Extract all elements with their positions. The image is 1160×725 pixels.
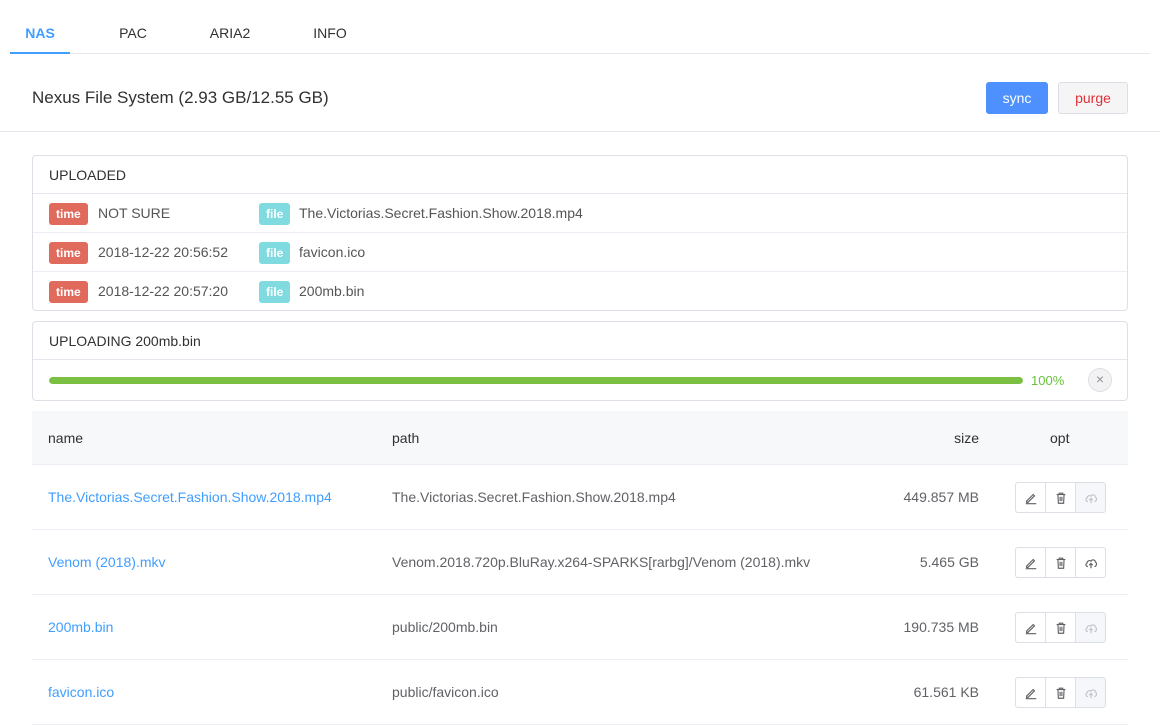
table-row: 200mb.bin public/200mb.bin 190.735 MB xyxy=(32,595,1128,660)
log-file-value: favicon.ico xyxy=(299,244,366,260)
file-path: public/200mb.bin xyxy=(392,619,498,635)
file-tag: file xyxy=(259,281,291,303)
tab-nas-label: NAS xyxy=(25,25,55,41)
table-header: name path size opt xyxy=(32,411,1128,465)
tab-aria2[interactable]: ARIA2 xyxy=(200,0,260,54)
row-actions xyxy=(1015,677,1106,709)
file-name-link[interactable]: favicon.ico xyxy=(48,660,114,725)
trash-icon[interactable] xyxy=(1045,482,1076,513)
time-tag: time xyxy=(49,281,88,303)
purge-button[interactable]: purge xyxy=(1058,82,1128,114)
row-actions xyxy=(1015,482,1106,514)
file-size: 190.735 MB xyxy=(903,619,980,635)
log-time-value: 2018-12-22 20:57:20 xyxy=(98,283,228,299)
sync-button[interactable]: sync xyxy=(986,82,1048,114)
column-header-path: path xyxy=(392,430,420,446)
log-file-value: The.Victorias.Secret.Fashion.Show.2018.m… xyxy=(299,205,583,221)
progress-fill xyxy=(49,377,1023,384)
page-title: Nexus File System (2.93 GB/12.55 GB) xyxy=(32,88,329,107)
tab-nas[interactable]: NAS xyxy=(10,0,70,54)
time-tag: time xyxy=(49,203,88,225)
table-row: favicon.ico public/favicon.ico 61.561 KB xyxy=(32,660,1128,725)
file-name-link[interactable]: Venom (2018).mkv xyxy=(48,530,166,595)
log-time-value: NOT SURE xyxy=(98,205,171,221)
file-tag: file xyxy=(259,242,291,264)
file-name-link[interactable]: The.Victorias.Secret.Fashion.Show.2018.m… xyxy=(48,465,332,530)
progress-track xyxy=(49,377,1023,384)
upload-progress: 100% × xyxy=(33,360,1127,400)
table-row: Venom (2018).mkv Venom.2018.720p.BluRay.x… xyxy=(32,530,1128,595)
column-header-opt: opt xyxy=(1050,430,1070,446)
uploaded-log-row: time 2018-12-22 20:57:20 file 200mb.bin xyxy=(33,272,1127,311)
row-actions xyxy=(1015,612,1106,644)
file-size: 449.857 MB xyxy=(903,489,980,505)
trash-icon[interactable] xyxy=(1045,677,1076,708)
file-path: public/favicon.ico xyxy=(392,684,499,700)
log-time-value: 2018-12-22 20:56:52 xyxy=(98,244,228,260)
tab-bar: NAS PAC ARIA2 INFO xyxy=(10,0,1150,54)
cloud-upload-icon xyxy=(1075,482,1106,513)
uploading-panel: UPLOADING 200mb.bin 100% × xyxy=(32,321,1128,401)
edit-icon[interactable] xyxy=(1015,547,1046,578)
uploading-panel-title: UPLOADING 200mb.bin xyxy=(33,322,1127,360)
cloud-upload-icon[interactable] xyxy=(1075,547,1106,578)
row-actions xyxy=(1015,547,1106,579)
column-header-size: size xyxy=(954,430,979,446)
cloud-upload-icon xyxy=(1075,677,1106,708)
tab-pac[interactable]: PAC xyxy=(103,0,163,54)
file-name-link[interactable]: 200mb.bin xyxy=(48,595,113,660)
table-row: The.Victorias.Secret.Fashion.Show.2018.m… xyxy=(32,465,1128,530)
tab-info-label: INFO xyxy=(313,25,347,41)
column-header-name: name xyxy=(48,430,84,446)
uploaded-panel: UPLOADED time NOT SURE file The.Victoria… xyxy=(32,155,1128,311)
uploaded-log-row: time NOT SURE file The.Victorias.Secret.… xyxy=(33,194,1127,233)
file-table: name path size opt The.Victorias.Secret.… xyxy=(32,411,1128,725)
table-body: The.Victorias.Secret.Fashion.Show.2018.m… xyxy=(32,465,1128,725)
file-size: 61.561 KB xyxy=(913,684,979,700)
tab-aria2-label: ARIA2 xyxy=(209,25,251,41)
progress-percent: 100% xyxy=(1031,373,1065,388)
uploaded-log-row: time 2018-12-22 20:56:52 file favicon.ic… xyxy=(33,233,1127,272)
tab-pac-label: PAC xyxy=(119,25,147,41)
close-circle-icon[interactable]: × xyxy=(1088,368,1112,392)
edit-icon[interactable] xyxy=(1015,612,1046,643)
file-size: 5.465 GB xyxy=(919,554,979,570)
file-tag: file xyxy=(259,203,291,225)
time-tag: time xyxy=(49,242,88,264)
edit-icon[interactable] xyxy=(1015,482,1046,513)
uploaded-panel-title: UPLOADED xyxy=(33,156,1127,194)
file-path: Venom.2018.720p.BluRay.x264-SPARKS[rarbg… xyxy=(392,554,811,570)
file-path: The.Victorias.Secret.Fashion.Show.2018.m… xyxy=(392,489,676,505)
cloud-upload-icon xyxy=(1075,612,1106,643)
page-header: Nexus File System (2.93 GB/12.55 GB) syn… xyxy=(0,54,1160,132)
trash-icon[interactable] xyxy=(1045,547,1076,578)
edit-icon[interactable] xyxy=(1015,677,1046,708)
trash-icon[interactable] xyxy=(1045,612,1076,643)
log-file-value: 200mb.bin xyxy=(299,283,365,299)
tab-info[interactable]: INFO xyxy=(300,0,360,54)
